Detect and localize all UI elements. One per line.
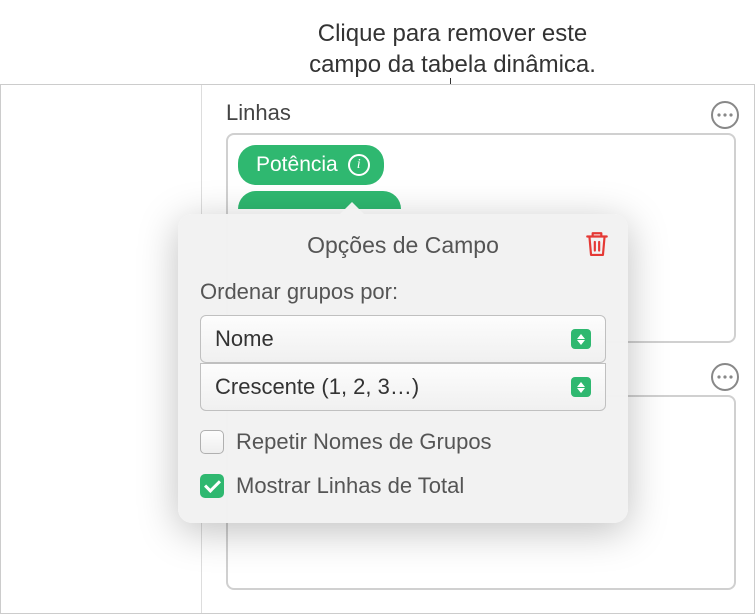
delete-field-button[interactable] <box>584 230 610 258</box>
field-pill-secondary[interactable] <box>238 191 401 209</box>
sort-by-value: Nome <box>215 326 274 352</box>
show-totals-label: Mostrar Linhas de Total <box>236 473 464 499</box>
ellipsis-icon <box>717 113 733 117</box>
checkbox-unchecked-icon <box>200 430 224 454</box>
rows-section-header: Linhas <box>226 100 291 126</box>
section-more-button[interactable] <box>711 363 739 391</box>
show-total-rows-checkbox[interactable]: Mostrar Linhas de Total <box>200 473 606 499</box>
sort-by-select[interactable]: Nome <box>200 315 606 363</box>
sort-order-value: Crescente (1, 2, 3…) <box>215 374 419 400</box>
callout-text: Clique para remover este campo da tabela… <box>190 18 715 80</box>
field-options-popover: Opções de Campo Ordenar grupos por: Nome… <box>178 214 628 523</box>
chevron-updown-icon <box>571 377 591 397</box>
chevron-updown-icon <box>571 329 591 349</box>
ellipsis-icon <box>717 375 733 379</box>
rows-more-button[interactable] <box>711 101 739 129</box>
callout-line-2: campo da tabela dinâmica. <box>190 49 715 80</box>
repeat-names-label: Repetir Nomes de Grupos <box>236 429 492 455</box>
popover-title: Opções de Campo <box>200 232 606 259</box>
callout-line-1: Clique para remover este <box>190 18 715 49</box>
sort-groups-label: Ordenar grupos por: <box>200 279 606 305</box>
sort-order-select[interactable]: Crescente (1, 2, 3…) <box>200 363 606 411</box>
field-pill-label: Potência <box>256 153 338 177</box>
trash-icon <box>584 230 610 258</box>
repeat-group-names-checkbox[interactable]: Repetir Nomes de Grupos <box>200 429 606 455</box>
info-icon[interactable]: i <box>348 154 370 176</box>
field-pill-potencia[interactable]: Potência i <box>238 145 384 185</box>
checkbox-checked-icon <box>200 474 224 498</box>
